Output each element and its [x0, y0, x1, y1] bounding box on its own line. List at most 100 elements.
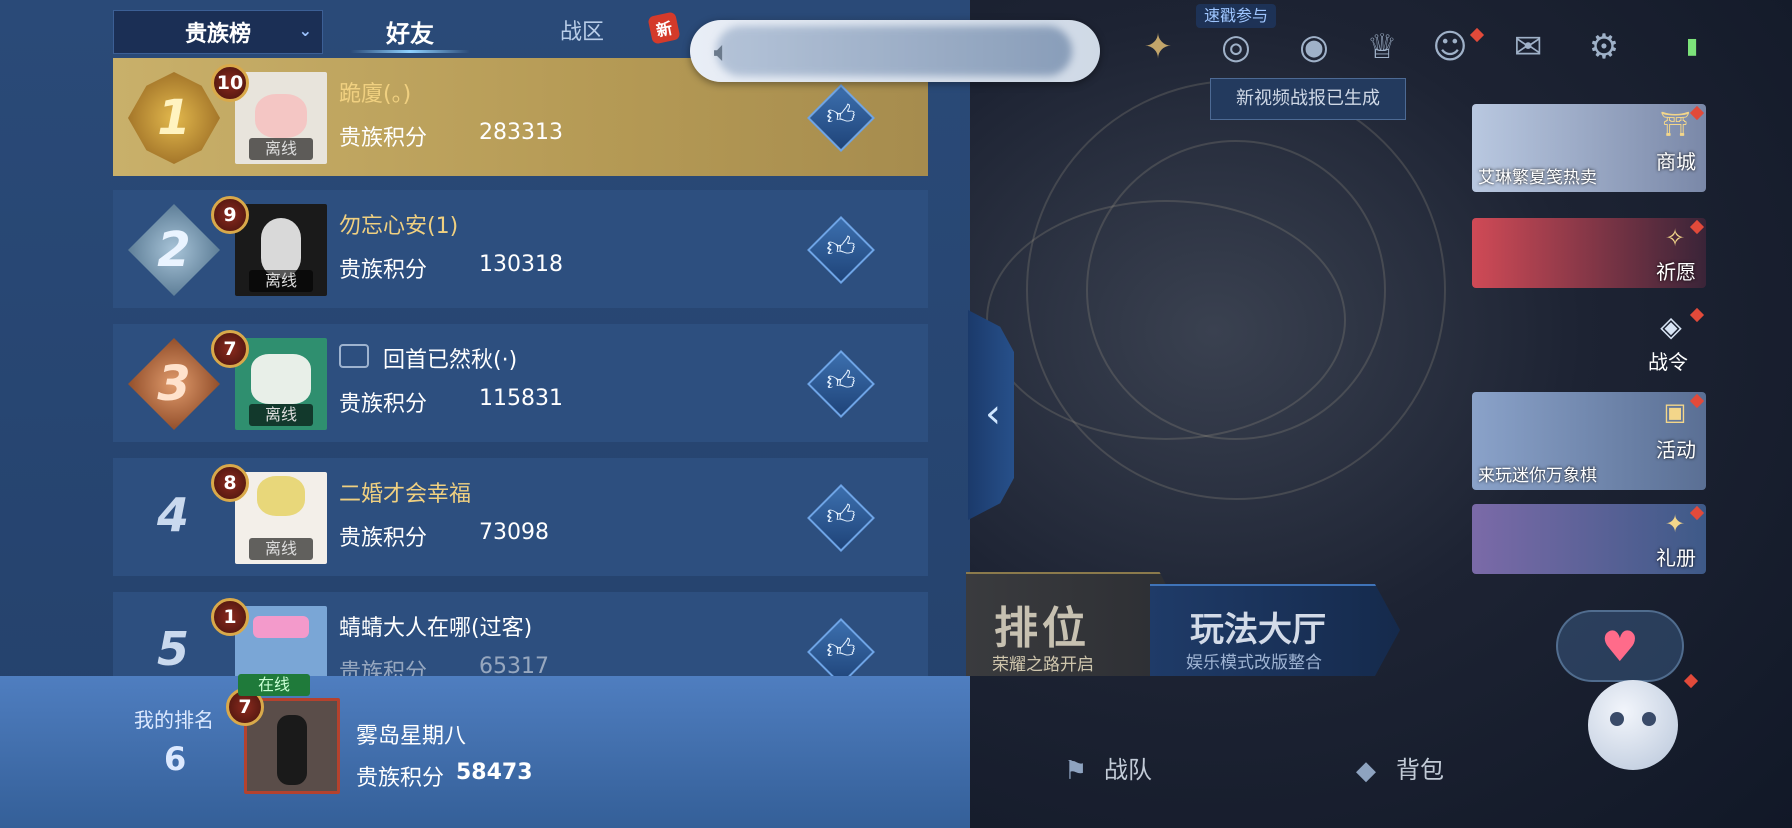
rank-emblem-icon[interactable]: ✦	[1132, 22, 1184, 72]
like-button[interactable]: 👍︎	[807, 350, 875, 418]
activity-label: 活动	[1656, 438, 1696, 462]
ranking-panel: 贵族榜 ⌄ 好友 战区 新 1 离线 10 跪廈(。) 贵族积分 283313 …	[0, 0, 970, 828]
hall-title: 玩法大厅	[1190, 610, 1326, 650]
friends-icon[interactable]: ☺	[1424, 22, 1476, 72]
team-icon: ⚑	[1064, 756, 1088, 786]
bag-nav-item[interactable]: ◆ 背包	[1356, 750, 1444, 786]
status-badge: 离线	[249, 270, 313, 292]
score-label: 贵族积分	[339, 392, 428, 417]
ranked-subtitle: 荣耀之路开启	[992, 655, 1094, 675]
score-label: 贵族积分	[339, 526, 428, 551]
pet-body	[1588, 680, 1678, 770]
eye-icon[interactable]: ◉	[1288, 22, 1340, 72]
tab-friends[interactable]: 好友	[330, 8, 490, 54]
team-nav-item[interactable]: ⚑ 战队	[1064, 750, 1152, 786]
level-badge: 7	[211, 330, 249, 368]
ranking-row[interactable]: 5 1 蜻蜻大人在哪(过客) 贵族积分 65317 👍︎	[113, 592, 928, 678]
thumbs-up-icon: 👍︎	[826, 632, 856, 665]
level-badge: 9	[211, 196, 249, 234]
volume-slider[interactable]: 🔈︎	[690, 20, 1100, 82]
tab-zone[interactable]: 战区	[560, 14, 650, 50]
player-name: 跪廈(。)	[339, 82, 412, 107]
online-status-badge: 在线	[238, 674, 310, 696]
rank-number: 4	[156, 488, 189, 542]
score-value: 73098	[479, 520, 549, 545]
thumbs-up-icon: 👍︎	[826, 98, 856, 131]
status-badge: 离线	[249, 538, 313, 560]
dropdown-label: 贵族榜	[184, 22, 251, 47]
avatar[interactable]: 离线	[235, 338, 327, 430]
my-rank-number: 6	[164, 740, 187, 778]
player-name: 蜻蜻大人在哪(过客)	[339, 616, 533, 641]
score-label: 贵族积分	[339, 258, 428, 283]
trophy-icon[interactable]: ♕	[1356, 22, 1408, 72]
gift-label: 礼册	[1656, 546, 1696, 570]
rank-medal-gold: 1	[128, 72, 220, 164]
chevron-down-icon: ⌄	[298, 21, 312, 40]
player-name: 回首已然秋(·)	[383, 348, 518, 373]
ranked-title: 排位	[994, 603, 1090, 654]
gear-icon[interactable]: ⚙	[1578, 22, 1630, 72]
avatar[interactable]: 离线	[235, 472, 327, 564]
team-label: 战队	[1104, 756, 1152, 784]
mask-icon	[339, 344, 369, 368]
hall-subtitle: 娱乐模式改版整合	[1186, 653, 1322, 673]
like-button[interactable]: 👍︎	[807, 484, 875, 552]
score-value: 283313	[479, 120, 563, 145]
level-badge: 8	[211, 464, 249, 502]
gift-icon: ✦	[1664, 510, 1686, 538]
level-badge: 1	[211, 598, 249, 636]
pet-eye	[1610, 712, 1624, 726]
my-rank-bar: 我的排名 6 7 雾岛星期八 贵族积分 58473	[0, 676, 970, 828]
pet-mascot[interactable]	[1578, 660, 1688, 796]
video-report-tooltip: 新视频战报已生成	[1210, 78, 1406, 120]
avatar[interactable]: 离线	[235, 72, 327, 164]
like-button[interactable]: 👍︎	[807, 216, 875, 284]
speaker-icon: 🔈︎	[713, 35, 731, 68]
shop-label: 商城	[1656, 150, 1696, 174]
collapse-panel-button[interactable]: ‹	[976, 390, 1010, 438]
avatar[interactable]: 离线	[235, 204, 327, 296]
mail-icon[interactable]: ✉	[1502, 22, 1554, 72]
ranking-row[interactable]: 2 离线 9 勿忘心安(1) 贵族积分 130318 👍︎	[113, 190, 928, 308]
avatar-art	[255, 94, 307, 138]
my-rank-label: 我的排名	[134, 708, 214, 732]
target-icon[interactable]: ◎	[1210, 22, 1262, 72]
volume-fill	[716, 26, 1072, 76]
avatar-art	[257, 476, 305, 516]
avatar-art	[251, 354, 311, 404]
like-button[interactable]: 👍︎	[807, 618, 875, 678]
tab-active-underline	[350, 50, 470, 53]
level-badge: 10	[211, 64, 249, 102]
player-name: 二婚才会幸福	[339, 482, 472, 507]
player-name: 雾岛星期八	[356, 724, 467, 749]
shop-card[interactable]: ⛩ 商城 艾琳繁夏笺热卖	[1472, 104, 1706, 192]
ranking-type-dropdown[interactable]: 贵族榜 ⌄	[113, 10, 323, 54]
activity-card[interactable]: ▣ 活动 来玩迷你万象棋	[1472, 392, 1706, 490]
score-value: 130318	[479, 252, 563, 277]
game-hall-button[interactable]: 玩法大厅 娱乐模式改版整合	[1150, 584, 1400, 676]
avatar-art	[253, 616, 309, 638]
avatar-art	[261, 218, 301, 278]
new-badge: 新	[647, 11, 681, 45]
battle-pass-label[interactable]: 战令	[1648, 346, 1688, 375]
thumbs-up-icon: 👍︎	[826, 364, 856, 397]
status-badge: 离线	[249, 138, 313, 160]
signal-battery-icon: ▮	[1685, 34, 1699, 59]
rank-number: 5	[156, 622, 189, 676]
rank-medal-bronze: 3	[128, 338, 220, 430]
wish-label: 祈愿	[1656, 260, 1696, 284]
lobby-swirl	[986, 200, 1346, 440]
ranking-row[interactable]: 3 离线 7 回首已然秋(·) 贵族积分 115831 👍︎	[113, 324, 928, 442]
gift-card[interactable]: ✦ 礼册	[1472, 504, 1706, 574]
battle-pass-icon[interactable]: ◈	[1654, 310, 1688, 344]
bag-icon: ◆	[1356, 756, 1376, 786]
ranking-row[interactable]: 4 离线 8 二婚才会幸福 贵族积分 73098 👍︎	[113, 458, 928, 576]
wish-card[interactable]: ✧ 祈愿	[1472, 218, 1706, 288]
chest-icon: ▣	[1663, 398, 1687, 426]
score-value: 65317	[479, 654, 549, 678]
score-label: 贵族积分	[339, 126, 428, 151]
like-button[interactable]: 👍︎	[807, 84, 875, 152]
activity-caption: 来玩迷你万象棋	[1478, 466, 1597, 486]
thumbs-up-icon: 👍︎	[826, 230, 856, 263]
